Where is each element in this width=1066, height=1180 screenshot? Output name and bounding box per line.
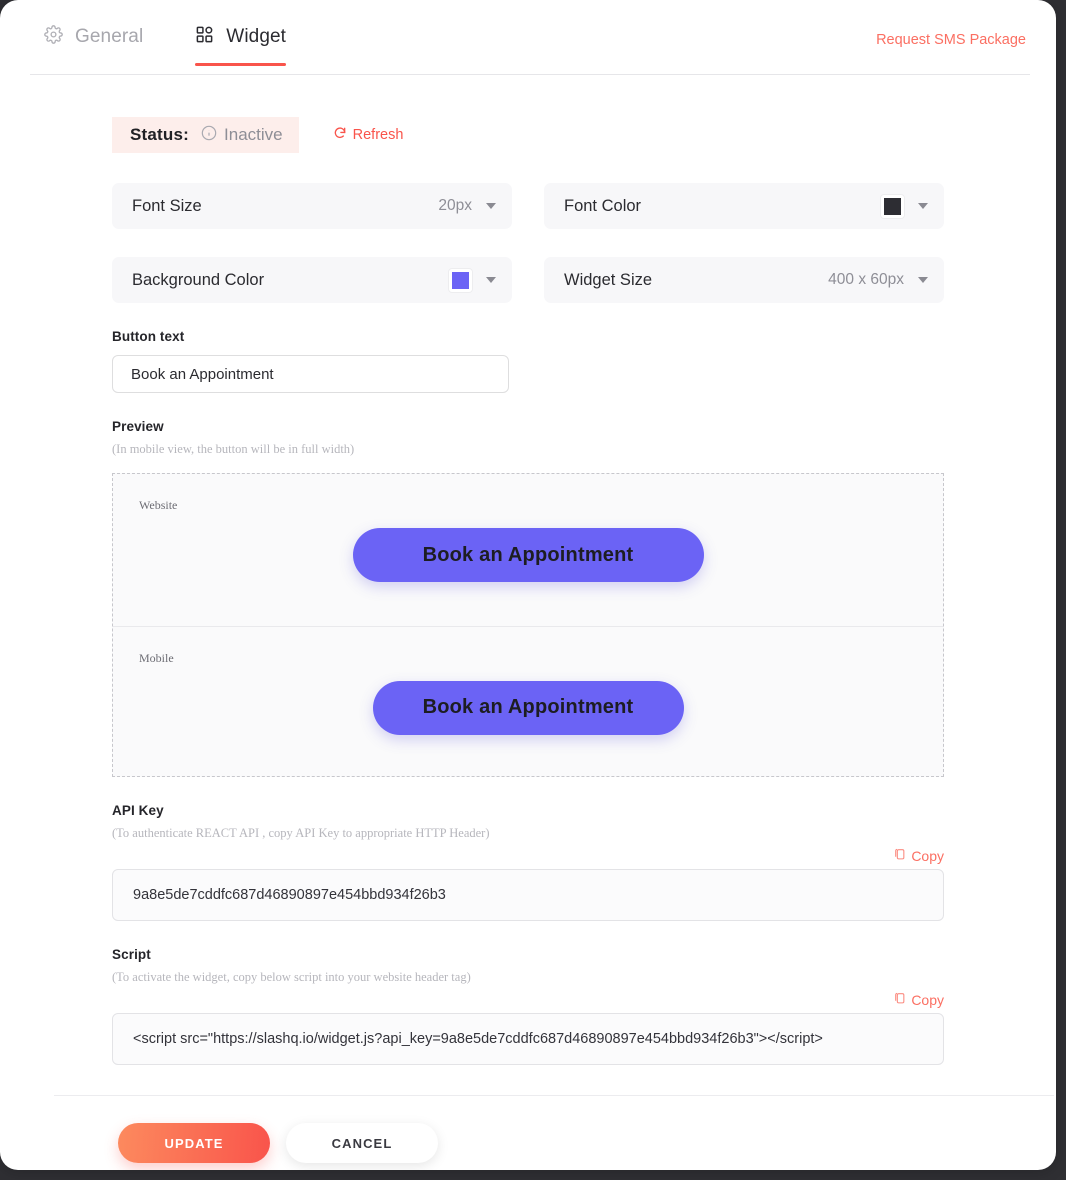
status-label: Status: <box>130 125 190 144</box>
widget-style-settings: Font Size 20px Font Color Background Col… <box>112 183 944 303</box>
status-value-wrap: Inactive <box>201 125 283 146</box>
font-size-value: 20px <box>438 197 472 214</box>
status-value: Inactive <box>224 125 283 144</box>
api-key-value[interactable]: 9a8e5de7cddfc687d46890897e454bbd934f26b3 <box>112 869 944 921</box>
settings-card: General Widget Request SMS Package Statu… <box>0 0 1056 1170</box>
font-color-chip <box>884 197 901 215</box>
background-color-swatch <box>449 268 472 292</box>
tab-widget-label: Widget <box>226 26 287 47</box>
preview-box: Website Book an Appointment Mobile Book … <box>112 473 944 777</box>
api-key-label: API Key <box>112 803 164 818</box>
status-badge: Status: Inactive <box>112 117 299 153</box>
chevron-down-icon <box>486 277 496 283</box>
font-color-select[interactable]: Font Color <box>544 183 944 229</box>
preview-label: Preview <box>112 419 164 434</box>
api-key-copy-button[interactable]: Copy <box>893 847 944 864</box>
tab-active-indicator <box>195 63 287 66</box>
script-label: Script <box>112 947 151 962</box>
script-copy-label: Copy <box>911 991 944 1008</box>
script-copy-row: Copy <box>112 991 944 1008</box>
chevron-down-icon <box>918 277 928 283</box>
grid-icon <box>195 25 214 49</box>
preview-website-section: Website Book an Appointment <box>113 474 943 626</box>
widget-settings-body: Status: Inactive Refresh Font Size 20px … <box>0 117 1056 1163</box>
api-key-hint: (To authenticate REACT API , copy API Ke… <box>112 826 490 840</box>
script-value[interactable]: <script src="https://slashq.io/widget.js… <box>112 1013 944 1065</box>
api-key-copy-row: Copy <box>112 847 944 864</box>
chevron-down-icon <box>486 203 496 209</box>
tab-general-label: General <box>75 26 144 47</box>
preview-website-tag: Website <box>139 498 178 512</box>
font-size-select[interactable]: Font Size 20px <box>112 183 512 229</box>
preview-mobile-section: Mobile Book an Appointment <box>113 626 943 778</box>
widget-size-value: 400 x 60px <box>828 271 904 288</box>
info-circle-icon <box>201 125 217 146</box>
request-sms-package-link[interactable]: Request SMS Package <box>876 32 1026 48</box>
widget-size-value-wrap: 400 x 60px <box>828 271 928 289</box>
background-color-label: Background Color <box>132 270 265 289</box>
preview-website-button[interactable]: Book an Appointment <box>352 528 704 582</box>
update-button[interactable]: UPDATE <box>118 1123 270 1163</box>
tab-widget[interactable]: Widget <box>195 0 287 74</box>
footer-actions: UPDATE CANCEL <box>112 1123 944 1163</box>
script-hint: (To activate the widget, copy below scri… <box>112 970 471 984</box>
background-color-select[interactable]: Background Color <box>112 257 512 303</box>
refresh-button[interactable]: Refresh <box>333 126 404 144</box>
font-color-swatch <box>881 194 904 218</box>
footer-divider <box>54 1095 1054 1096</box>
clipboard-icon <box>893 847 906 864</box>
status-row: Status: Inactive Refresh <box>112 117 944 153</box>
font-color-label: Font Color <box>564 196 642 215</box>
button-text-label: Button text <box>112 329 185 344</box>
refresh-icon <box>333 126 347 144</box>
chevron-down-icon <box>918 203 928 209</box>
font-color-value-wrap <box>881 194 928 218</box>
widget-size-select[interactable]: Widget Size 400 x 60px <box>544 257 944 303</box>
script-copy-button[interactable]: Copy <box>893 991 944 1008</box>
header-divider <box>30 74 1030 75</box>
preview-mobile-tag: Mobile <box>139 651 174 665</box>
preview-mobile-button[interactable]: Book an Appointment <box>372 680 684 735</box>
clipboard-icon <box>893 991 906 1008</box>
background-color-value-wrap <box>449 268 496 292</box>
cancel-button[interactable]: CANCEL <box>286 1123 438 1163</box>
background-color-chip <box>452 271 469 289</box>
button-text-input[interactable]: Book an Appointment <box>112 355 509 393</box>
font-size-value-wrap: 20px <box>438 197 496 215</box>
preview-hint: (In mobile view, the button will be in f… <box>112 442 355 456</box>
tab-bar: General Widget Request SMS Package <box>0 0 1056 83</box>
gear-icon <box>44 25 63 49</box>
refresh-label: Refresh <box>352 127 404 143</box>
widget-size-label: Widget Size <box>564 270 653 289</box>
font-size-label: Font Size <box>132 196 202 215</box>
api-key-copy-label: Copy <box>911 847 944 864</box>
tab-general[interactable]: General <box>44 0 143 74</box>
